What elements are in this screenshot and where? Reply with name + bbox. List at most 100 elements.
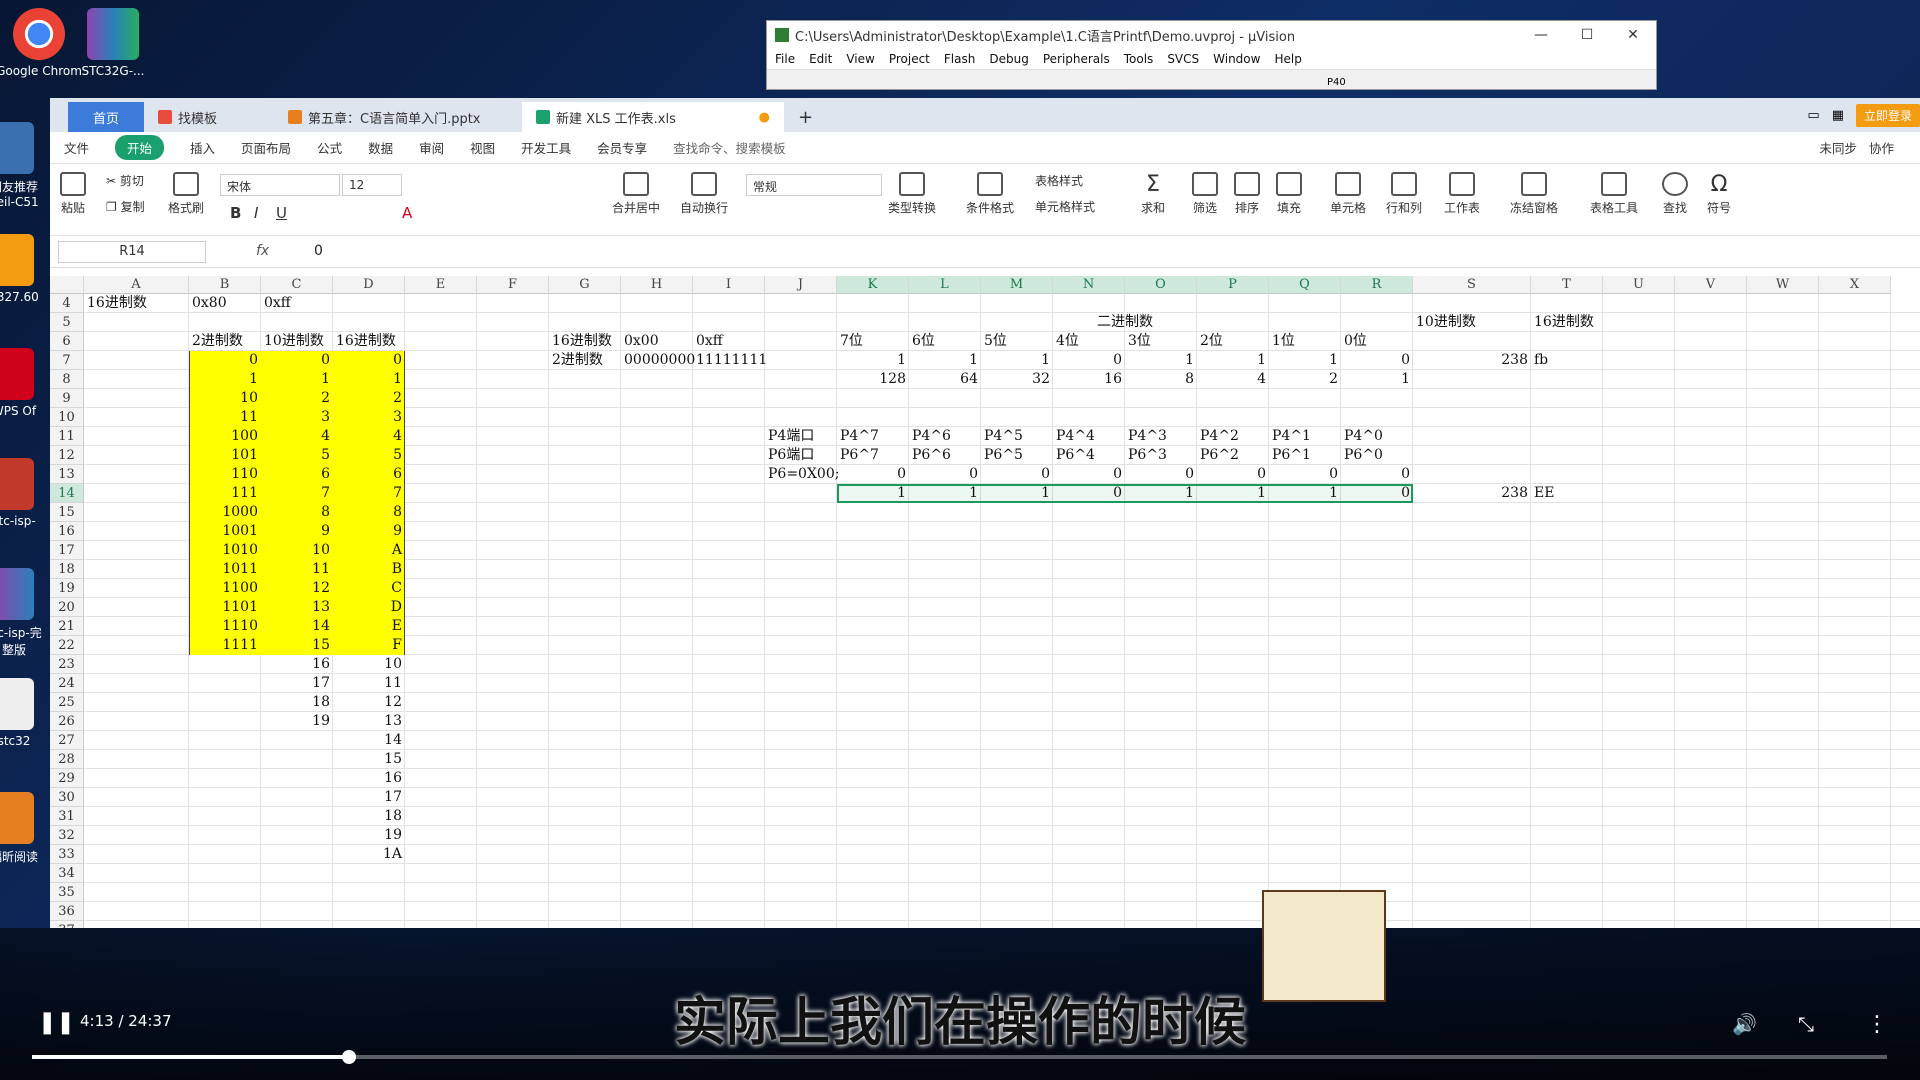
menu-member[interactable]: 会员专享 [597, 138, 647, 157]
column-header-G[interactable]: G [549, 276, 621, 294]
desktop-icon-foxit[interactable]: 福昕阅读 [0, 792, 44, 865]
row-header-12[interactable]: 12 [50, 446, 84, 465]
binary-value[interactable]: 1000 [189, 503, 261, 522]
cell-j11[interactable]: P4端口 [765, 427, 837, 446]
row-header-17[interactable]: 17 [50, 541, 84, 560]
hex-value[interactable]: 5 [333, 446, 405, 465]
header-hex[interactable]: 16进制数 [333, 332, 405, 351]
bit-value[interactable]: 1 [981, 351, 1053, 370]
p6-value[interactable]: 0 [1053, 484, 1125, 503]
menu-start[interactable]: 开始 [115, 135, 165, 160]
hex-value[interactable]: E [333, 617, 405, 636]
hex-value[interactable]: A [333, 541, 405, 560]
bit-weight[interactable]: 128 [837, 370, 909, 389]
column-header-B[interactable]: B [189, 276, 261, 294]
symbol-button[interactable]: Ω 符号 [1706, 172, 1732, 216]
command-search[interactable]: 查找命令、搜索模板 [673, 138, 786, 157]
column-header-L[interactable]: L [909, 276, 981, 294]
bit-weight[interactable]: 2 [1269, 370, 1341, 389]
decimal-value[interactable]: 18 [261, 693, 333, 712]
row-header-36[interactable]: 36 [50, 902, 84, 921]
binary-value[interactable]: 0 [189, 351, 261, 370]
p4-pin[interactable]: P4^1 [1269, 427, 1341, 446]
desktop-icon-pdf[interactable]: 5327.60 [0, 234, 44, 304]
row-header-8[interactable]: 8 [50, 370, 84, 389]
menu-view[interactable]: View [846, 52, 874, 66]
cell-t7[interactable]: fb [1531, 351, 1603, 370]
decimal-value[interactable]: 7 [261, 484, 333, 503]
tab-xls[interactable]: 新建 XLS 工作表.xls ● [522, 102, 784, 132]
cell-j13[interactable]: P6=0X00; [765, 465, 839, 484]
column-header-N[interactable]: N [1053, 276, 1125, 294]
cell-button[interactable]: 单元格 [1330, 172, 1366, 216]
decimal-value[interactable]: 14 [261, 617, 333, 636]
bit-weight[interactable]: 32 [981, 370, 1053, 389]
maximize-icon[interactable]: ☐ [1564, 27, 1610, 43]
column-header-C[interactable]: C [261, 276, 333, 294]
menu-review[interactable]: 审阅 [419, 138, 444, 157]
column-header-F[interactable]: F [477, 276, 549, 294]
fullscreen-exit-icon[interactable]: ⤡ [1798, 1012, 1814, 1036]
p6-value[interactable]: 1 [909, 484, 981, 503]
binary-value[interactable]: 1 [189, 370, 261, 389]
p6-init-value[interactable]: 0 [1269, 465, 1341, 484]
sync-status[interactable]: 未同步 [1819, 138, 1857, 157]
menu-insert[interactable]: 插入 [190, 138, 215, 157]
row-header-14[interactable]: 14 [50, 484, 84, 503]
cell-c4[interactable]: 0xff [261, 294, 333, 313]
p6-init-value[interactable]: 0 [909, 465, 981, 484]
decimal-value[interactable]: 5 [261, 446, 333, 465]
binary-value[interactable]: 1110 [189, 617, 261, 636]
binary-value[interactable]: 1100 [189, 579, 261, 598]
row-header-31[interactable]: 31 [50, 807, 84, 826]
row-header-23[interactable]: 23 [50, 655, 84, 674]
bit-weight[interactable]: 8 [1125, 370, 1197, 389]
row-header-15[interactable]: 15 [50, 503, 84, 522]
hex-value[interactable]: D [333, 598, 405, 617]
font-color-button[interactable]: A [402, 204, 412, 222]
p4-pin[interactable]: P4^6 [909, 427, 981, 446]
menu-peripherals[interactable]: Peripherals [1043, 52, 1110, 66]
desktop-icon-wps[interactable]: WPS Of [0, 348, 44, 418]
column-header-R[interactable]: R [1341, 276, 1413, 294]
hex-value[interactable]: 19 [333, 826, 405, 845]
select-all-corner[interactable] [50, 276, 84, 294]
type-convert-button[interactable]: 类型转换 [888, 172, 936, 216]
binary-value[interactable]: 101 [189, 446, 261, 465]
p6-value[interactable]: 1 [1125, 484, 1197, 503]
desktop-icon-stc32g[interactable]: STC32G-... [68, 8, 158, 78]
header-binary[interactable]: 2进制数 [189, 332, 261, 351]
cell-style-button[interactable]: 单元格样式 [1035, 198, 1095, 215]
table-style-button[interactable]: 表格样式 [1035, 172, 1083, 189]
cell-t5[interactable]: 16进制数 [1531, 313, 1603, 332]
row-header-6[interactable]: 6 [50, 332, 84, 351]
column-header-O[interactable]: O [1125, 276, 1197, 294]
binary-value[interactable]: 1001 [189, 522, 261, 541]
hex-value[interactable]: 2 [333, 389, 405, 408]
row-header-30[interactable]: 30 [50, 788, 84, 807]
hex-value[interactable]: F [333, 636, 405, 655]
binary-value[interactable]: 100 [189, 427, 261, 446]
binary-value[interactable]: 110 [189, 465, 261, 484]
bit-label[interactable]: 5位 [981, 332, 1053, 351]
decimal-value[interactable]: 0 [261, 351, 333, 370]
minimize-icon[interactable]: — [1518, 27, 1564, 43]
hex-value[interactable]: 6 [333, 465, 405, 484]
menu-file[interactable]: File [775, 52, 795, 66]
cell-s7[interactable]: 238 [1413, 351, 1531, 370]
header-decimal[interactable]: 10进制数 [261, 332, 333, 351]
p6-init-value[interactable]: 0 [981, 465, 1053, 484]
bit-value[interactable]: 0 [1341, 351, 1413, 370]
row-header-10[interactable]: 10 [50, 408, 84, 427]
p6-value[interactable]: 0 [1341, 484, 1413, 503]
p6-init-value[interactable]: 0 [1053, 465, 1125, 484]
cell-t14[interactable]: EE [1531, 484, 1603, 503]
column-header-V[interactable]: V [1675, 276, 1747, 294]
italic-button[interactable]: I [254, 204, 258, 222]
cell-h7[interactable]: 00000000 [621, 351, 695, 370]
column-header-D[interactable]: D [333, 276, 405, 294]
decimal-value[interactable]: 8 [261, 503, 333, 522]
hex-value[interactable]: 17 [333, 788, 405, 807]
p4-pin[interactable]: P4^0 [1341, 427, 1413, 446]
formula-value[interactable]: 0 [314, 243, 323, 259]
